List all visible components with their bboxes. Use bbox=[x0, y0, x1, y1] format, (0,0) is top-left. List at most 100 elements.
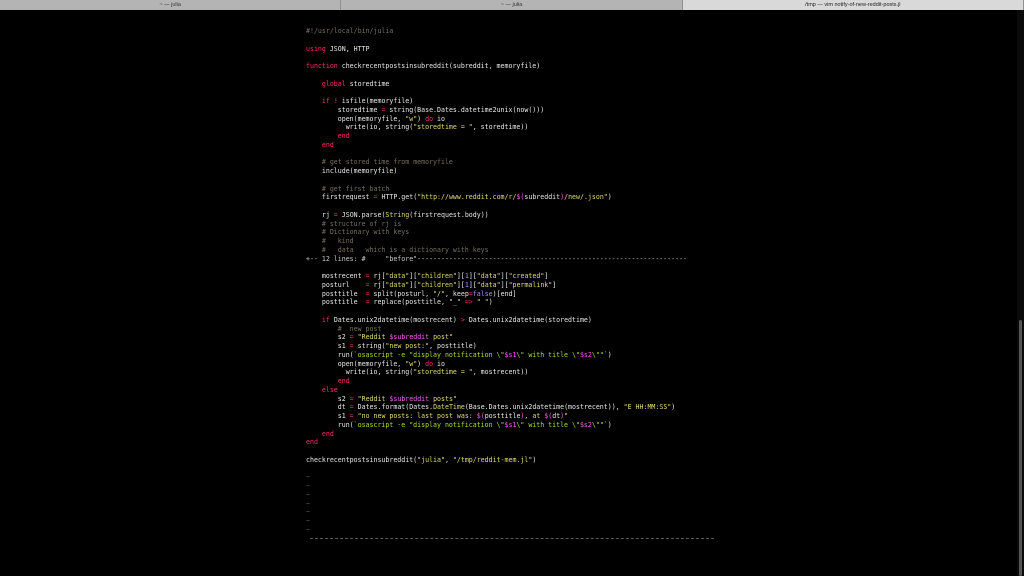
code-line[interactable]: end bbox=[306, 438, 726, 447]
tab-julia-2[interactable]: ~ — julia bbox=[341, 0, 683, 10]
code-line[interactable]: mostrecent = rj["data"]["children"][1]["… bbox=[306, 272, 726, 281]
code-line[interactable]: # new post bbox=[306, 325, 726, 334]
code-line[interactable] bbox=[306, 202, 726, 211]
code-line[interactable]: end bbox=[306, 430, 726, 439]
code-token: end bbox=[321, 429, 334, 438]
code-line[interactable]: write(io, string("storedtime = ", mostre… bbox=[306, 368, 726, 377]
code-line[interactable]: ~ bbox=[306, 491, 726, 500]
code-line[interactable] bbox=[306, 176, 726, 185]
code-token: ~ bbox=[306, 473, 310, 482]
code-line[interactable]: run(`osascript -e "display notification … bbox=[306, 421, 726, 430]
code-token: subreddit bbox=[524, 193, 561, 202]
code-line[interactable]: s1 = string("new post:", posttitle) bbox=[306, 342, 726, 351]
code-line[interactable]: end bbox=[306, 377, 726, 386]
code-token: +-- 12 lines: # "before"----------------… bbox=[306, 254, 688, 263]
code-line[interactable]: ~ bbox=[306, 482, 726, 491]
code-token: Dates.unix2datetime(storedtime) bbox=[464, 315, 592, 324]
code-line[interactable]: else bbox=[306, 386, 726, 395]
code-token: open(memoryfile, bbox=[306, 114, 406, 123]
code-line[interactable] bbox=[306, 53, 726, 62]
code-line[interactable]: run(`osascript -e "display notification … bbox=[306, 351, 726, 360]
code-line[interactable]: ~ bbox=[306, 500, 726, 509]
code-line[interactable]: ~ bbox=[306, 517, 726, 526]
code-token: "data" bbox=[385, 280, 410, 289]
code-line[interactable]: s2 = "Reddit $subreddit posts" bbox=[306, 395, 726, 404]
scrollbar-thumb[interactable] bbox=[1019, 320, 1022, 576]
code-token: ] bbox=[544, 272, 549, 280]
code-line[interactable]: firstrequest = HTTP.get("http://www.redd… bbox=[306, 193, 726, 202]
code-line[interactable]: s2 = "Reddit $subreddit post" bbox=[306, 333, 726, 342]
code-line[interactable]: #!/usr/local/bin/julia bbox=[306, 27, 726, 36]
tab-vim-active[interactable]: /tmp — vim notify-of-new-reddit-posts.jl bbox=[682, 0, 1024, 10]
code-line[interactable] bbox=[306, 447, 726, 456]
code-line[interactable]: open(memoryfile, "w") do io bbox=[306, 115, 726, 124]
code-line[interactable]: end bbox=[306, 141, 726, 150]
code-line[interactable]: s1 = "no new posts: last post was: $(pos… bbox=[306, 412, 726, 421]
code-token: post" bbox=[429, 333, 453, 342]
code-line[interactable]: posturl = rj["data"]["children"][1]["dat… bbox=[306, 281, 726, 290]
code-line[interactable]: if ! isfile(memoryfile) bbox=[306, 97, 726, 106]
code-line[interactable]: # kind bbox=[306, 237, 726, 246]
tab-label: /tmp — vim notify-of-new-reddit-posts.jl bbox=[805, 2, 901, 8]
code-line[interactable]: rj = JSON.parse(String(firstrequest.body… bbox=[306, 211, 726, 220]
code-token: posttitle bbox=[306, 298, 366, 307]
code-token: , keep bbox=[444, 289, 469, 298]
code-token: posttitle bbox=[484, 412, 521, 420]
code-token: "data" bbox=[385, 272, 410, 280]
code-line[interactable]: # Dictionary with keys bbox=[306, 228, 726, 237]
code-token: io bbox=[433, 359, 445, 368]
code-line[interactable]: +-- 12 lines: # "before"----------------… bbox=[306, 255, 726, 264]
code-token: "storedtime = " bbox=[413, 123, 473, 132]
code-token: , posttitle) bbox=[429, 342, 477, 350]
code-token: , storedtime)) bbox=[472, 123, 529, 132]
code-line[interactable]: open(memoryfile, "w") do io bbox=[306, 360, 726, 369]
code-line[interactable] bbox=[306, 150, 726, 159]
code-line[interactable]: if Dates.unix2datetime(mostrecent) > Dat… bbox=[306, 316, 726, 325]
code-line[interactable]: posttitle = split(posturl, "/", keep=fal… bbox=[306, 290, 726, 299]
code-line[interactable] bbox=[306, 307, 726, 316]
code-token: write(io, string( bbox=[306, 123, 414, 132]
code-token: open(memoryfile, bbox=[306, 359, 406, 368]
code-line[interactable] bbox=[306, 88, 726, 97]
code-line[interactable] bbox=[306, 36, 726, 45]
code-token: isfile(memoryfile) bbox=[337, 97, 414, 105]
code-line[interactable]: using JSON, HTTP bbox=[306, 45, 726, 54]
terminal-scrollbar[interactable] bbox=[1017, 10, 1024, 576]
code-line[interactable]: ~ bbox=[306, 473, 726, 482]
code-token: ) bbox=[607, 193, 612, 202]
code-token: "data" bbox=[476, 272, 501, 280]
code-line[interactable]: ~ bbox=[306, 508, 726, 517]
code-token: ) bbox=[417, 114, 426, 123]
code-token: , bbox=[444, 455, 453, 464]
code-line[interactable]: checkrecentpostsinsubreddit("julia", "/t… bbox=[306, 456, 726, 465]
code-token: "created" bbox=[508, 272, 545, 280]
code-token: ~ bbox=[306, 517, 310, 525]
vim-status-line bbox=[310, 538, 714, 543]
code-line[interactable]: posttitle = replace(posttitle, "_" => " … bbox=[306, 298, 726, 307]
code-line[interactable]: function checkrecentpostsinsubreddit(sub… bbox=[306, 62, 726, 71]
code-line[interactable]: # get stored time from memoryfile bbox=[306, 158, 726, 167]
code-line[interactable]: include(memoryfile) bbox=[306, 167, 726, 176]
code-token: ) bbox=[417, 359, 426, 368]
code-line[interactable] bbox=[306, 465, 726, 474]
code-token: ][ bbox=[500, 272, 509, 280]
code-token: # get stored time from memoryfile bbox=[321, 158, 453, 167]
code-line[interactable]: write(io, string("storedtime = ", stored… bbox=[306, 123, 726, 132]
code-line[interactable]: storedtime = string(Base.Dates.datetime2… bbox=[306, 106, 726, 115]
code-line[interactable]: # get first batch bbox=[306, 185, 726, 194]
code-line[interactable]: # data which is a dictionary with keys bbox=[306, 246, 726, 255]
code-line[interactable] bbox=[306, 71, 726, 80]
code-line[interactable]: end bbox=[306, 132, 726, 141]
code-line[interactable]: dt = Dates.format(Dates.DateTime(Base.Da… bbox=[306, 403, 726, 412]
code-token: "E HH:MM:SS" bbox=[623, 403, 672, 412]
vim-editor-buffer[interactable]: #!/usr/local/bin/julia using JSON, HTTP fu… bbox=[306, 27, 726, 535]
code-line[interactable] bbox=[306, 263, 726, 272]
code-token: false bbox=[472, 289, 493, 298]
code-line[interactable]: global storedtime bbox=[306, 80, 726, 89]
tab-julia-1[interactable]: ~ — julia bbox=[0, 0, 342, 10]
code-line[interactable]: ~ bbox=[306, 526, 726, 535]
code-token: )[end] bbox=[492, 289, 517, 298]
code-line[interactable]: # structure of rj is bbox=[306, 220, 726, 229]
